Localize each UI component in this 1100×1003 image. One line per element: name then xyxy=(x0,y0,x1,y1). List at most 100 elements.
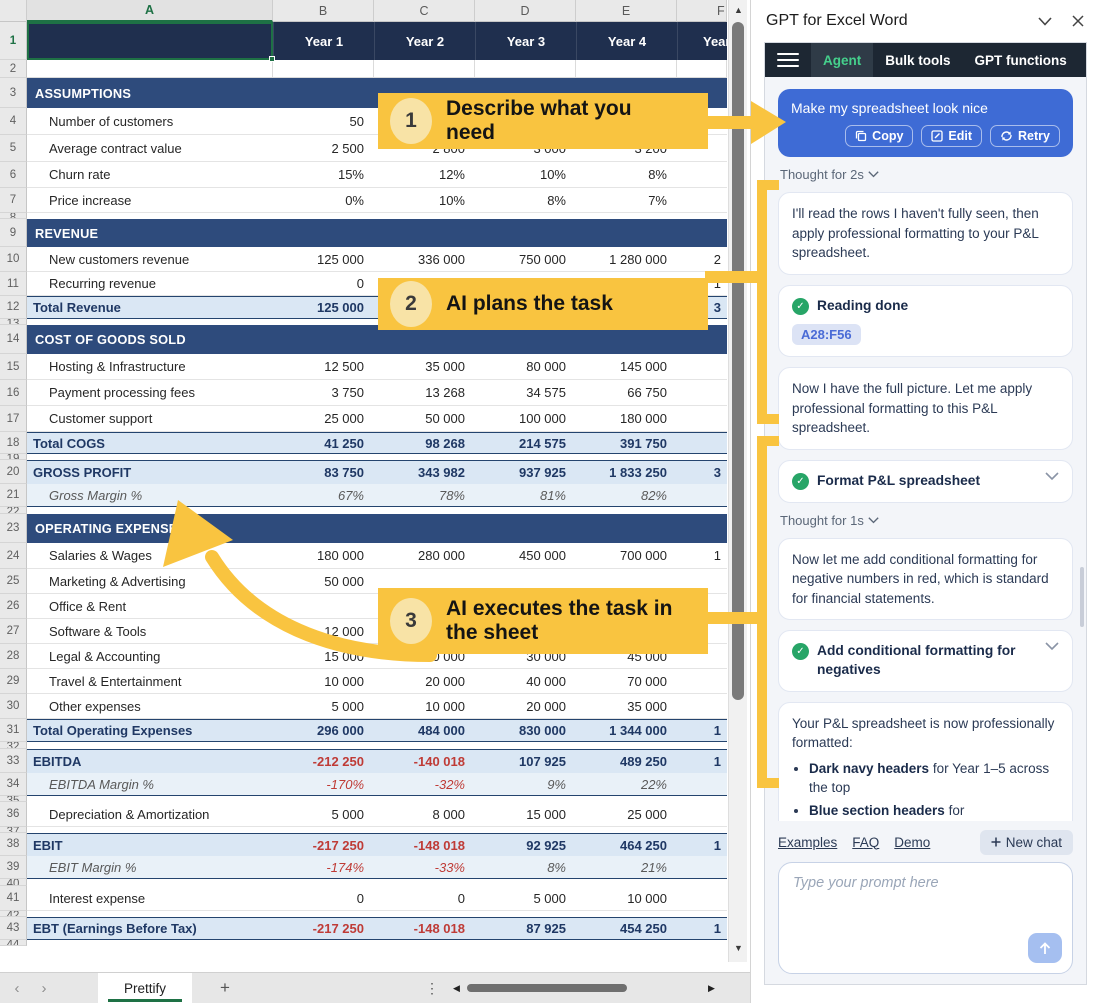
value-cell[interactable]: 464 250 xyxy=(576,833,677,856)
row-header-40[interactable]: 40 xyxy=(0,879,27,886)
value-cell[interactable]: 336 000 xyxy=(374,247,475,272)
value-cell[interactable]: 12% xyxy=(374,162,475,188)
value-cell[interactable]: 3 750 xyxy=(273,380,374,406)
label-cell[interactable]: Gross Margin % xyxy=(27,484,273,507)
row-header-41[interactable]: 41 xyxy=(0,886,27,911)
value-cell[interactable]: Year 2 xyxy=(374,22,475,60)
value-cell[interactable]: -217 250 xyxy=(273,917,374,940)
value-cell[interactable]: 87 925 xyxy=(475,917,576,940)
row-header-11[interactable]: 11 xyxy=(0,272,27,296)
row-header-44[interactable]: 44 xyxy=(0,940,27,946)
label-cell[interactable]: Number of customers xyxy=(27,108,273,135)
value-cell[interactable]: 214 575 xyxy=(475,432,576,454)
value-cell[interactable]: -212 250 xyxy=(273,749,374,773)
value-cell[interactable]: 13 268 xyxy=(374,380,475,406)
value-cell[interactable]: -140 018 xyxy=(374,749,475,773)
value-cell[interactable]: 1 xyxy=(677,917,727,940)
value-cell[interactable]: 1 280 000 xyxy=(576,247,677,272)
value-cell[interactable]: 10 000 xyxy=(374,694,475,719)
footer-link-demo[interactable]: Demo xyxy=(894,835,930,850)
value-cell[interactable]: 1 xyxy=(677,749,727,773)
horizontal-scroll-thumb[interactable] xyxy=(467,984,627,992)
label-cell[interactable]: EBIT Margin % xyxy=(27,856,273,879)
chevron-down-icon[interactable] xyxy=(1045,472,1059,481)
retry-button[interactable]: Retry xyxy=(990,125,1060,147)
value-cell[interactable]: 2 500 xyxy=(273,135,374,162)
row-header-9[interactable]: 9 xyxy=(0,219,27,247)
label-cell[interactable]: EBITDA Margin % xyxy=(27,773,273,796)
prev-sheet-icon[interactable]: ‹ xyxy=(0,980,34,997)
label-cell[interactable]: Legal & Accounting xyxy=(27,644,273,669)
section-header-cell[interactable]: OPERATING EXPENSES xyxy=(27,514,727,543)
value-cell[interactable]: 10% xyxy=(374,188,475,213)
value-cell[interactable]: 10 000 xyxy=(273,669,374,694)
value-cell[interactable] xyxy=(677,162,727,188)
fill-handle[interactable] xyxy=(269,56,275,62)
value-cell[interactable]: 180 000 xyxy=(576,406,677,432)
value-cell[interactable]: 12 500 xyxy=(273,354,374,380)
value-cell[interactable]: 20 000 xyxy=(475,694,576,719)
row-header-12[interactable]: 12 xyxy=(0,296,27,319)
value-cell[interactable]: 0 xyxy=(374,886,475,911)
value-cell[interactable]: 82% xyxy=(576,484,677,507)
add-sheet-icon[interactable]: + xyxy=(220,978,230,998)
label-cell[interactable]: Hosting & Infrastructure xyxy=(27,354,273,380)
chat-scroll-thumb[interactable] xyxy=(1080,567,1084,627)
value-cell[interactable]: Year 5 xyxy=(677,22,727,60)
row-header-17[interactable]: 17 xyxy=(0,406,27,432)
value-cell[interactable]: 8% xyxy=(475,188,576,213)
value-cell[interactable]: 484 000 xyxy=(374,719,475,742)
value-cell[interactable] xyxy=(273,594,374,619)
value-cell[interactable]: -148 018 xyxy=(374,917,475,940)
value-cell[interactable]: 66 750 xyxy=(576,380,677,406)
value-cell[interactable]: 343 982 xyxy=(374,460,475,484)
chevron-down-icon[interactable] xyxy=(1045,642,1059,651)
value-cell[interactable]: 125 000 xyxy=(273,296,374,319)
row-header-22[interactable]: 22 xyxy=(0,507,27,514)
value-cell[interactable]: 750 000 xyxy=(475,247,576,272)
value-cell[interactable]: 0 xyxy=(273,272,374,296)
tab-agent[interactable]: Agent xyxy=(811,43,873,77)
scroll-up-icon[interactable]: ▲ xyxy=(729,2,748,18)
value-cell[interactable]: Year 4 xyxy=(576,22,677,60)
value-cell[interactable]: 489 250 xyxy=(576,749,677,773)
value-cell[interactable]: 0 xyxy=(273,886,374,911)
row-header-43[interactable]: 43 xyxy=(0,917,27,940)
value-cell[interactable]: 3 xyxy=(677,460,727,484)
value-cell[interactable]: 0% xyxy=(273,188,374,213)
vertical-scrollbar[interactable]: ▲ ▼ xyxy=(728,0,747,962)
value-cell[interactable] xyxy=(677,354,727,380)
value-cell[interactable]: 10% xyxy=(475,162,576,188)
value-cell[interactable]: Year 1 xyxy=(273,22,374,60)
column-header-D[interactable]: D xyxy=(475,0,576,22)
send-button[interactable] xyxy=(1028,933,1062,963)
new-chat-button[interactable]: New chat xyxy=(980,830,1073,855)
value-cell[interactable] xyxy=(273,60,374,78)
value-cell[interactable] xyxy=(677,669,727,694)
row-header-21[interactable]: 21 xyxy=(0,484,27,507)
row-header-18[interactable]: 18 xyxy=(0,432,27,454)
row-header-30[interactable]: 30 xyxy=(0,694,27,719)
value-cell[interactable]: 81% xyxy=(475,484,576,507)
column-header-B[interactable]: B xyxy=(273,0,374,22)
value-cell[interactable]: 67% xyxy=(273,484,374,507)
label-cell[interactable]: Interest expense xyxy=(27,886,273,911)
label-cell[interactable]: Recurring revenue xyxy=(27,272,273,296)
row-header-34[interactable]: 34 xyxy=(0,773,27,796)
value-cell[interactable]: 83 750 xyxy=(273,460,374,484)
row-header-6[interactable]: 6 xyxy=(0,162,27,188)
vertical-scroll-thumb[interactable] xyxy=(732,22,744,700)
value-cell[interactable]: 22% xyxy=(576,773,677,796)
label-cell[interactable]: Total COGS xyxy=(27,432,273,454)
label-cell[interactable]: Total Revenue xyxy=(27,296,273,319)
row-header-1[interactable]: 1 xyxy=(0,22,27,60)
value-cell[interactable] xyxy=(677,484,727,507)
label-cell[interactable] xyxy=(27,60,273,78)
value-cell[interactable]: 180 000 xyxy=(273,543,374,569)
value-cell[interactable]: 5 000 xyxy=(273,802,374,827)
value-cell[interactable]: 9% xyxy=(475,773,576,796)
row-header-5[interactable]: 5 xyxy=(0,135,27,162)
copy-button[interactable]: Copy xyxy=(845,125,913,147)
tab-options-icon[interactable]: ⋮ xyxy=(425,980,439,997)
select-all-corner[interactable] xyxy=(0,0,27,22)
